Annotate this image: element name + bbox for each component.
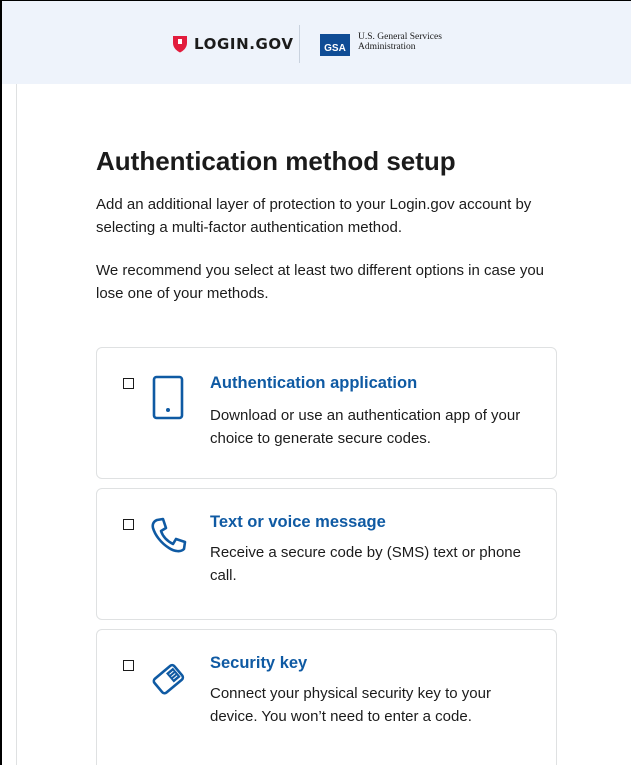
gsa-agency-name: U.S. General Services Administration — [358, 32, 442, 52]
intro-paragraph: Add an additional layer of protection to… — [96, 196, 532, 236]
window-frame-left — [0, 0, 2, 765]
auth-app-title[interactable]: Authentication application — [210, 374, 417, 393]
security-key-description: Connect your physical security key to yo… — [210, 685, 491, 725]
option-security-key[interactable]: Security key Connect your physical secur… — [96, 629, 557, 765]
gsa-logo: GSA — [320, 34, 350, 56]
page-title: Authentication method setup — [96, 146, 456, 176]
gsa-name-line2: Administration — [358, 42, 416, 52]
site-header: LOGIN.GOV GSA U.S. General Services Admi… — [2, 1, 631, 84]
security-key-checkbox[interactable] — [123, 660, 134, 671]
logo-wordmark: LOGIN.GOV — [194, 35, 294, 53]
text-voice-checkbox[interactable] — [123, 519, 134, 530]
recommendation-paragraph: We recommend you select at least two dif… — [96, 262, 545, 302]
header-divider — [299, 25, 300, 63]
auth-app-description: Download or use an authentication app of… — [210, 407, 521, 447]
phone-icon — [152, 375, 184, 420]
text-voice-title[interactable]: Text or voice message — [210, 513, 386, 532]
gsa-name-line1: U.S. General Services — [358, 32, 442, 42]
auth-app-checkbox[interactable] — [123, 378, 134, 389]
text-voice-description: Receive a secure code by (SMS) text or p… — [210, 544, 521, 584]
telephone-handset-icon — [151, 517, 187, 553]
login-gov-logo[interactable]: LOGIN.GOV — [172, 31, 294, 57]
option-authentication-application[interactable]: Authentication application Download or u… — [96, 347, 557, 479]
option-text-or-voice[interactable]: Text or voice message Receive a secure c… — [96, 488, 557, 620]
security-key-icon — [152, 663, 185, 695]
shield-icon — [173, 36, 187, 53]
security-key-title[interactable]: Security key — [210, 654, 307, 673]
